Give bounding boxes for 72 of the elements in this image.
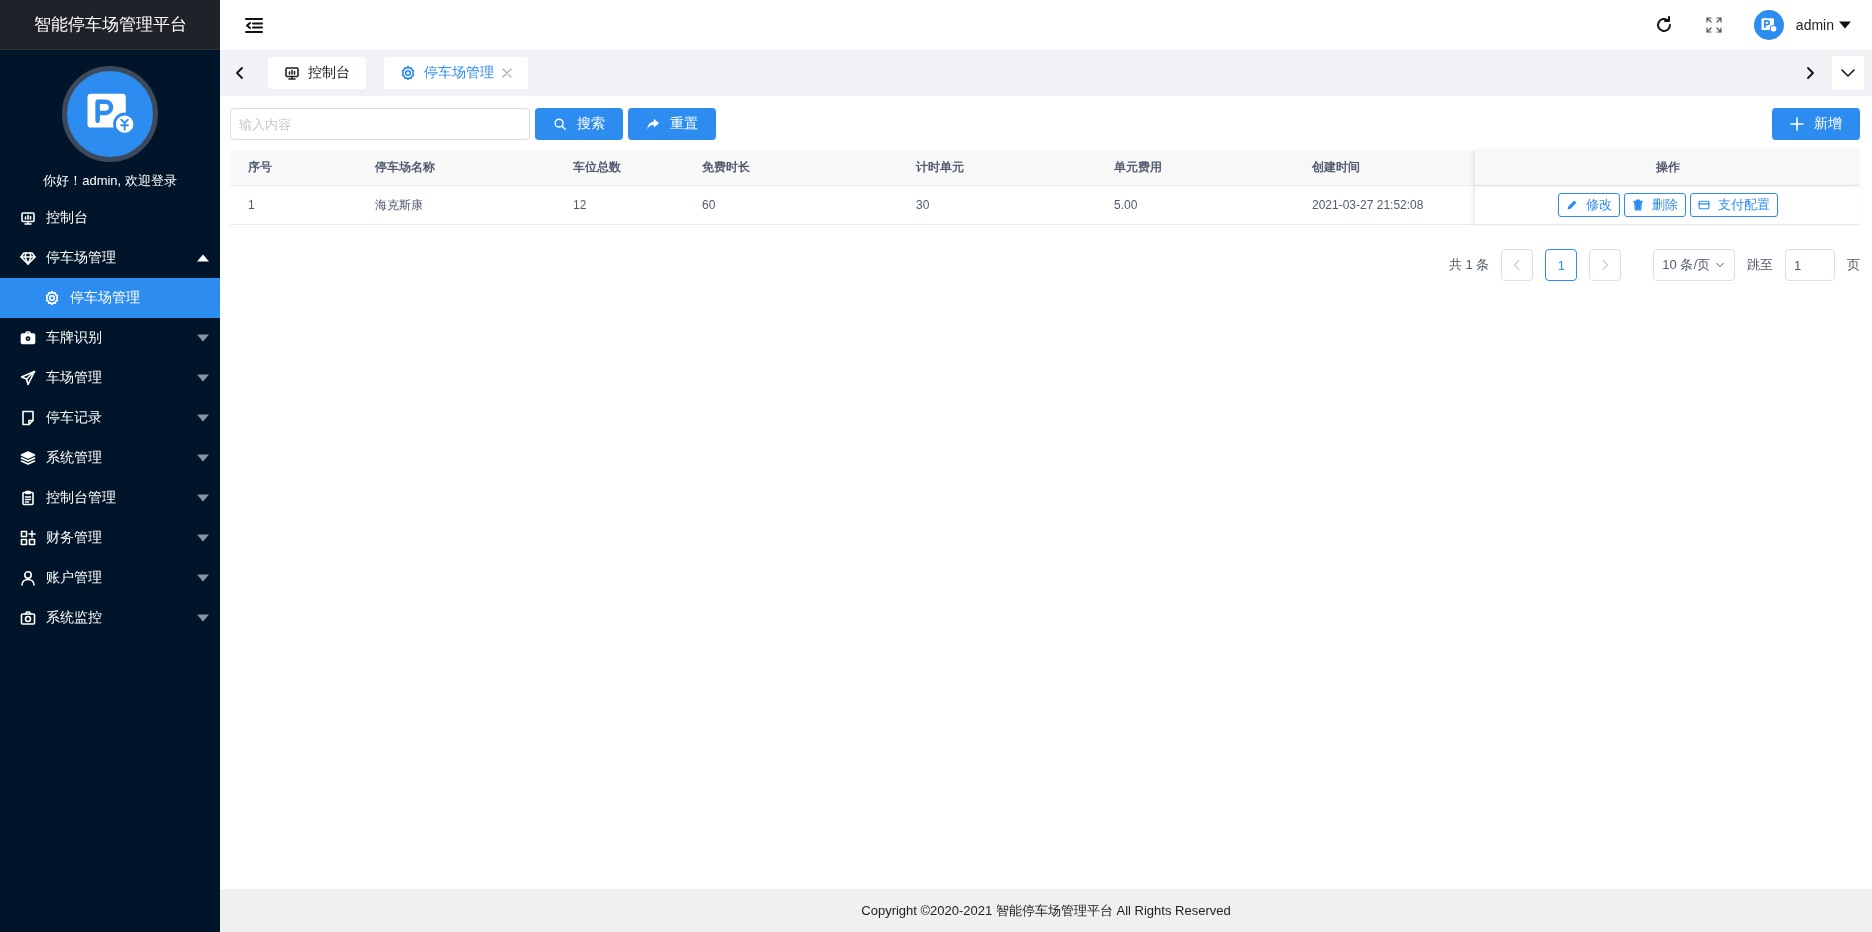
greeting-text: 你好！admin, 欢迎登录 — [42, 172, 178, 190]
note-icon — [20, 410, 36, 426]
table-cell: 60 — [684, 186, 898, 225]
clipboard-icon — [20, 490, 36, 506]
tab[interactable]: 控制台 — [268, 57, 366, 89]
column-header: 创建时间 — [1294, 150, 1475, 186]
monitor-icon — [284, 65, 300, 81]
search-icon — [553, 117, 567, 131]
menu-fold-icon[interactable] — [244, 15, 264, 35]
jump-label: 跳至 — [1747, 256, 1773, 274]
menu-item[interactable]: 车牌识别 — [0, 318, 220, 358]
page-label: 页 — [1847, 256, 1860, 274]
delete-button[interactable]: 删除 — [1623, 193, 1686, 217]
column-header: 单元费用 — [1096, 150, 1294, 186]
menu-item[interactable]: 停车记录 — [0, 398, 220, 438]
payment-config-button[interactable]: 支付配置 — [1689, 193, 1778, 217]
menu-item[interactable]: 系统监控 — [0, 598, 220, 638]
table-cell: 海克斯康 — [357, 186, 555, 225]
caret-down-icon — [196, 534, 210, 542]
diamond-icon — [20, 250, 36, 266]
table-cell: 1 — [230, 186, 357, 225]
menu-item[interactable]: 车场管理 — [0, 358, 220, 398]
caret-down-icon — [196, 454, 210, 462]
column-header: 免费时长 — [684, 150, 898, 186]
caret-down-icon — [196, 374, 210, 382]
column-header: 操作 — [1475, 150, 1860, 186]
column-header: 车位总数 — [555, 150, 684, 186]
camera-icon — [20, 330, 36, 346]
chevron-down-icon — [1841, 66, 1855, 80]
gear-icon — [400, 65, 416, 81]
tabs-menu-button[interactable] — [1832, 56, 1864, 90]
caret-down-icon — [196, 494, 210, 502]
share-icon — [646, 117, 660, 131]
page-size-select[interactable]: 10 条/页 — [1653, 249, 1735, 281]
layers-icon — [20, 450, 36, 466]
page-jump-field[interactable]: 1 — [1785, 249, 1835, 281]
menu-item[interactable]: 系统管理 — [0, 438, 220, 478]
caret-down-icon — [1838, 21, 1852, 29]
card-icon — [1697, 199, 1710, 211]
table-cell: 2021-03-27 21:52:08 — [1294, 186, 1475, 225]
menu-item[interactable]: 控制台管理 — [0, 478, 220, 518]
gear-icon — [44, 290, 60, 306]
fullscreen-icon[interactable] — [1703, 15, 1724, 35]
apps-icon — [20, 530, 36, 546]
edit-button[interactable]: 修改 — [1557, 193, 1620, 217]
table-cell: 30 — [898, 186, 1096, 225]
trash-icon — [1631, 199, 1644, 211]
menu-item[interactable]: 停车场管理 — [0, 238, 220, 278]
caret-down-icon — [196, 574, 210, 582]
menu-item[interactable]: 财务管理 — [0, 518, 220, 558]
pencil-icon — [1565, 199, 1578, 211]
footer-text: Copyright ©2020-2021 智能停车场管理平台 All Rights Reserved — [220, 889, 1872, 932]
paper-plane-icon — [20, 370, 36, 386]
app-title: 智能停车场管理平台 — [0, 0, 220, 50]
tab[interactable]: 停车场管理 — [384, 57, 528, 89]
caret-up-icon — [196, 254, 210, 262]
table-cell: 5.00 — [1096, 186, 1294, 225]
user-icon — [20, 570, 36, 586]
caret-down-icon — [196, 334, 210, 342]
column-header: 序号 — [230, 150, 357, 186]
caret-down-icon — [196, 414, 210, 422]
plus-icon — [1790, 117, 1804, 131]
column-header: 计时单元 — [898, 150, 1096, 186]
table-cell: 12 — [555, 186, 684, 225]
menu-item[interactable]: 账户管理 — [0, 558, 220, 598]
caret-down-icon — [196, 614, 210, 622]
total-count: 共 1 条 — [1448, 256, 1490, 274]
user-menu[interactable]: admin — [1795, 17, 1852, 33]
camera-icon — [20, 610, 36, 626]
column-header: 停车场名称 — [357, 150, 555, 186]
monitor-icon — [20, 210, 36, 226]
menu-item[interactable]: 控制台 — [0, 198, 220, 238]
